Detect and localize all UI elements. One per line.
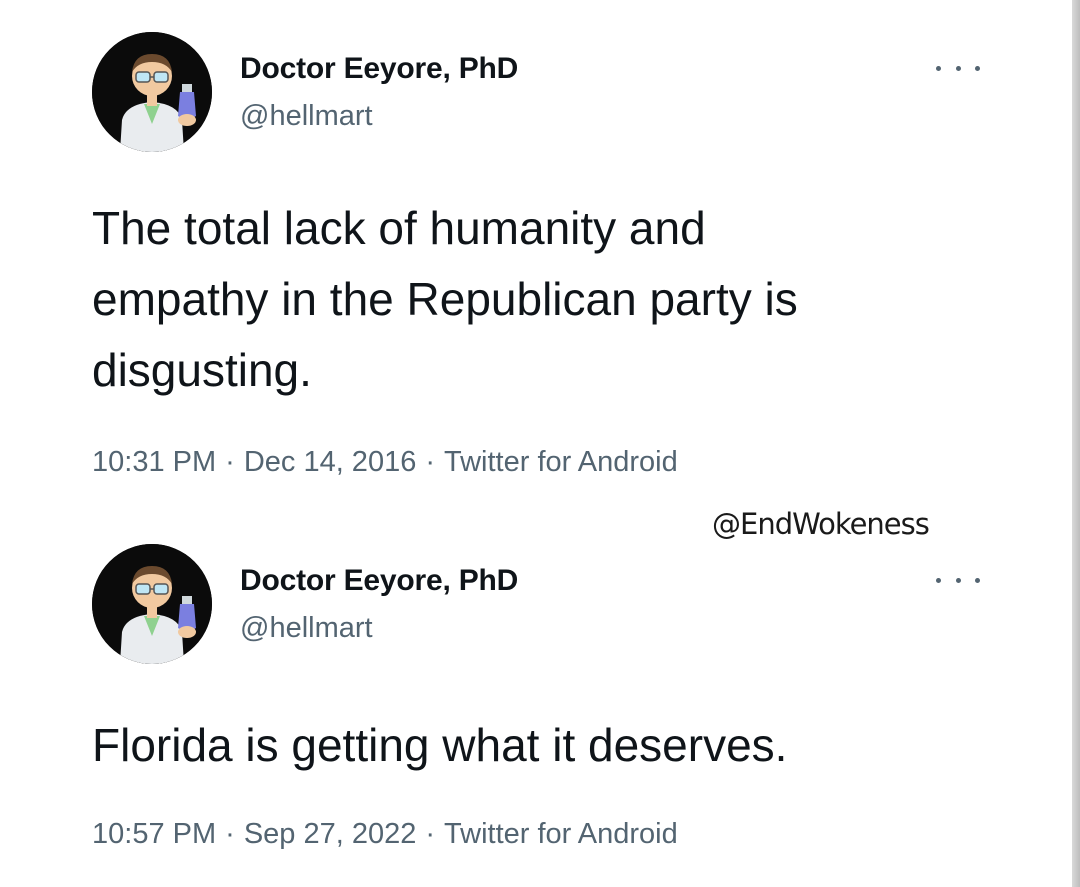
tweet-text: The total lack of humanity and empathy i… xyxy=(92,193,798,406)
tweet-date[interactable]: Dec 14, 2016 xyxy=(244,446,417,478)
display-name[interactable]: Doctor Eeyore, PhD xyxy=(240,52,518,86)
screenshot-edge xyxy=(1072,0,1080,887)
tweet-source[interactable]: Twitter for Android xyxy=(444,446,678,478)
scientist-avatar-icon xyxy=(92,32,212,152)
separator: · xyxy=(225,818,235,850)
user-handle[interactable]: @hellmart xyxy=(240,612,373,645)
separator: · xyxy=(225,446,235,478)
tweet-text-line: disgusting. xyxy=(92,344,312,396)
separator: · xyxy=(425,818,436,850)
tweet-metadata: 10:57 PM · Sep 27, 2022 · Twitter for Androi… xyxy=(92,818,678,851)
tweet-time[interactable]: 10:57 PM xyxy=(92,818,216,850)
tweet-text-line: Florida is getting what it deserves. xyxy=(92,719,788,771)
separator: · xyxy=(425,446,435,478)
avatar[interactable] xyxy=(92,544,212,664)
more-options-icon[interactable] xyxy=(936,60,980,76)
tweet-text: Florida is getting what it deserves. xyxy=(92,710,787,781)
tweet-time[interactable]: 10:31 PM xyxy=(92,446,216,478)
scientist-avatar-icon xyxy=(92,544,212,664)
more-options-icon[interactable] xyxy=(936,572,980,588)
tweet-date[interactable]: Sep 27, 2022 xyxy=(244,818,417,850)
display-name[interactable]: Doctor Eeyore, PhD xyxy=(240,564,518,598)
tweet-text-line: empathy in the Republican party is xyxy=(92,273,798,325)
tweet-metadata: 10:31 PM · Dec 14, 2016 · Twitter for Androi… xyxy=(92,446,678,479)
avatar[interactable] xyxy=(92,32,212,152)
tweet-text-line: The total lack of humanity and xyxy=(92,202,706,254)
tweet-source[interactable]: Twitter for Android xyxy=(444,818,678,850)
watermark: @EndWokeness xyxy=(712,507,930,541)
user-handle[interactable]: @hellmart xyxy=(240,100,373,133)
